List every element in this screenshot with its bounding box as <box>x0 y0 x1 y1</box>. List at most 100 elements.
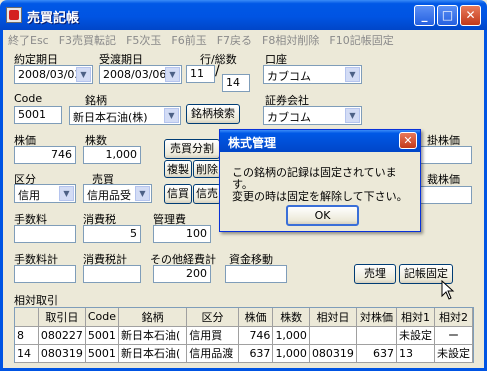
grid-cell[interactable]: 5001 <box>85 326 120 345</box>
fee-total-field[interactable] <box>14 265 76 283</box>
grid-cell[interactable] <box>356 326 397 345</box>
delete-button[interactable]: 削除 <box>193 160 221 178</box>
chevron-down-icon[interactable]: ▼ <box>135 186 150 201</box>
ok-button[interactable]: OK <box>286 205 359 226</box>
mouse-cursor-icon <box>441 280 455 300</box>
grid-header <box>15 308 39 327</box>
stock-name-value: 新日本石油(株) <box>73 111 148 124</box>
fund-transfer-field[interactable] <box>225 265 287 283</box>
chevron-down-icon[interactable]: ▼ <box>59 186 74 201</box>
grid-cell[interactable]: 637 <box>356 344 397 363</box>
margin-sell-button[interactable]: 信売 <box>193 184 221 204</box>
account-value: カブコム <box>267 70 311 83</box>
broker-value: カブコム <box>267 111 311 124</box>
grid-header: 相対日 <box>309 308 357 327</box>
sell-close-button[interactable]: 売埋 <box>354 264 396 284</box>
grid-cell[interactable] <box>309 326 357 345</box>
code-label: Code <box>14 92 43 105</box>
fkey-back[interactable]: F7戻る <box>217 34 252 47</box>
tax-total-field[interactable] <box>83 265 141 283</box>
chevron-down-icon[interactable]: ▼ <box>345 108 360 123</box>
management-fee-field[interactable]: 100 <box>153 225 211 243</box>
minimize-button[interactable]: _ <box>414 5 435 26</box>
split-trade-button[interactable]: 売買分割 <box>164 139 220 159</box>
chevron-down-icon[interactable]: ▼ <box>164 108 179 123</box>
chevron-down-icon[interactable]: ▼ <box>345 67 360 82</box>
grid-cell[interactable]: 080319 <box>309 344 357 363</box>
category-combo[interactable]: 信用 ▼ <box>14 184 76 203</box>
fkey-exit[interactable]: 終了Esc <box>8 34 49 47</box>
fkey-prev[interactable]: F6前玉 <box>171 34 206 47</box>
shares-field[interactable]: 1,000 <box>83 146 141 164</box>
grid-cell[interactable]: 新日本石油( <box>118 344 188 363</box>
grid-cell[interactable]: ー <box>434 326 474 345</box>
yakujo-date-combo[interactable]: 2008/03/03 ▼ <box>14 65 93 84</box>
grid-cell[interactable]: 080319 <box>38 344 86 363</box>
other-expenses-field[interactable]: 200 <box>153 265 211 283</box>
fkey-delete-pair[interactable]: F8相対削除 <box>262 34 319 47</box>
grid-cell[interactable]: 080227 <box>38 326 86 345</box>
total-count-field[interactable]: 14 <box>222 74 250 92</box>
window-title: 売買記帳 <box>27 11 80 26</box>
grid-header: 株価 <box>238 308 274 327</box>
dialog-title: 株式管理 <box>220 130 420 152</box>
grid-cell[interactable]: 637 <box>238 344 274 363</box>
grid-cell[interactable]: 1,000 <box>272 326 310 345</box>
grid-cell[interactable]: 1,000 <box>272 344 310 363</box>
fkey-next[interactable]: F5次玉 <box>126 34 161 47</box>
grid-cell[interactable]: 信用品渡 <box>186 344 239 363</box>
dialog-message-line: 変更の時は固定を解除して下さい。 <box>232 190 408 203</box>
grid-cell[interactable]: 信用買 <box>186 326 239 345</box>
grid-header: 相対2 <box>434 308 474 327</box>
stock-name-combo[interactable]: 新日本石油(株) ▼ <box>69 106 181 125</box>
grid-cell[interactable]: 新日本石油( <box>118 326 188 345</box>
fee-field[interactable] <box>14 225 76 243</box>
stock-search-button[interactable]: 銘柄検索 <box>186 104 240 124</box>
function-key-bar: 終了Esc F3売買転記 F5次玉 F6前玉 F7戻る F8相対削除 F10記帳固定 <box>8 32 404 48</box>
pair-trades-grid[interactable]: 取引日 Code 銘柄 区分 株価 株数 相対日 対株価 相対1 相対2 8 0… <box>14 307 474 363</box>
yakujo-date-value: 2008/03/03 <box>18 68 82 81</box>
app-icon <box>6 7 22 23</box>
grid-header: 区分 <box>186 308 239 327</box>
grid-cell[interactable]: 8 <box>15 326 39 345</box>
ukewatashi-date-combo[interactable]: 2008/03/06 ▼ <box>99 65 182 84</box>
dialog-message: この銘柄の記録は固定されています。 変更の時は固定を解除して下さい。 <box>232 167 417 203</box>
maximize-button[interactable]: □ <box>437 5 458 26</box>
grid-cell[interactable]: 5001 <box>85 344 120 363</box>
grid-header: 対株価 <box>356 308 397 327</box>
margin-buy-button[interactable]: 信買 <box>164 184 192 204</box>
close-button[interactable]: ✕ <box>460 5 481 26</box>
fkey-transfer[interactable]: F3売買転記 <box>59 34 116 47</box>
dialog-close-button[interactable]: ✕ <box>399 132 417 149</box>
broker-combo[interactable]: カブコム ▼ <box>263 106 362 125</box>
grid-cell[interactable]: 未設定 <box>396 326 435 345</box>
account-combo[interactable]: カブコム ▼ <box>263 65 362 84</box>
fkey-fix-record[interactable]: F10記帳固定 <box>329 34 393 47</box>
grid-header: 取引日 <box>38 308 86 327</box>
grid-cell[interactable]: 14 <box>15 344 39 363</box>
row-number-field[interactable]: 11 <box>186 65 215 83</box>
trade-type-combo[interactable]: 信用品受 ▼ <box>83 184 152 203</box>
table-row[interactable]: 14 080319 5001 新日本石油( 信用品渡 637 1,000 080… <box>15 344 474 363</box>
price-field[interactable]: 746 <box>14 146 76 164</box>
stock-management-dialog: 株式管理 ✕ この銘柄の記録は固定されています。 変更の時は固定を解除して下さい… <box>219 129 421 232</box>
sai-price-label: 裁株価 <box>427 173 460 186</box>
grid-cell[interactable]: 746 <box>238 326 274 345</box>
code-field[interactable]: 5001 <box>14 106 62 124</box>
table-row[interactable]: 8 080227 5001 新日本石油( 信用買 746 1,000 未設定 ー <box>15 326 474 345</box>
kake-price-field[interactable] <box>420 146 472 164</box>
ukewatashi-date-value: 2008/03/06 <box>103 68 167 81</box>
grid-cell[interactable]: 未設定 <box>434 344 474 363</box>
category-value: 信用 <box>18 189 40 202</box>
close-icon: ✕ <box>403 134 413 147</box>
duplicate-button[interactable]: 複製 <box>164 160 192 178</box>
trade-type-value: 信用品受 <box>87 189 131 202</box>
sai-price-field[interactable] <box>420 186 472 204</box>
grid-header: 相対1 <box>396 308 435 327</box>
pair-trades-label: 相対取引 <box>14 294 58 307</box>
chevron-down-icon[interactable]: ▼ <box>76 67 91 82</box>
consumption-tax-field[interactable]: 5 <box>83 225 141 243</box>
grid-cell[interactable]: 13 <box>396 344 435 363</box>
chevron-down-icon[interactable]: ▼ <box>165 67 180 82</box>
grid-header: Code <box>85 308 120 327</box>
